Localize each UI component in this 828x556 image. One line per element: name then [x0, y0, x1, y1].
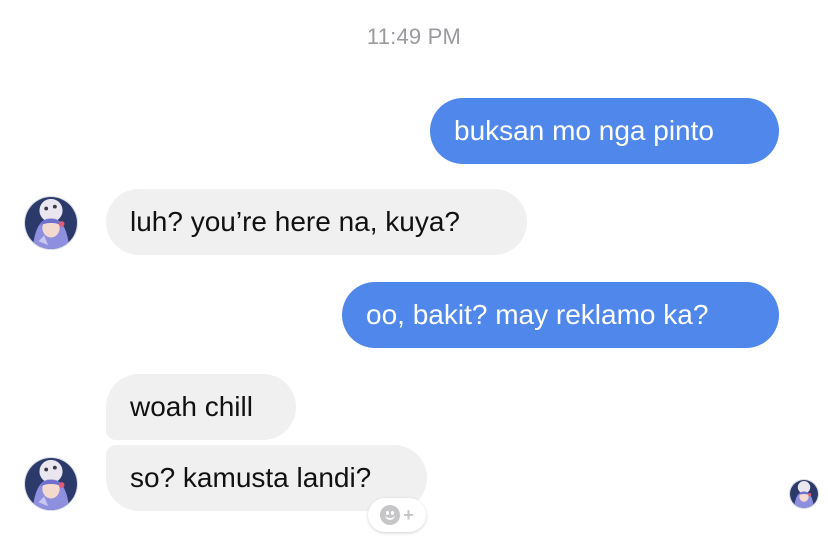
avatar-image	[790, 480, 818, 508]
message-text: woah chill	[130, 391, 253, 422]
avatar-image	[25, 197, 77, 249]
message-text: luh? you’re here na, kuya?	[130, 206, 460, 237]
plus-icon: +	[403, 505, 414, 525]
chat-timestamp: 11:49 PM	[366, 24, 462, 49]
contact-avatar[interactable]	[24, 457, 78, 511]
avatar-image	[25, 458, 77, 510]
smiley-icon	[380, 505, 401, 525]
message-text: buksan mo nga pinto	[454, 115, 714, 146]
message-text: so? kamusta landi?	[130, 462, 372, 493]
outgoing-message-bubble[interactable]: oo, bakit? may reklamo ka?	[342, 282, 779, 348]
contact-avatar[interactable]	[24, 196, 78, 250]
read-receipt-avatar	[789, 479, 819, 509]
incoming-message-bubble[interactable]: woah chill	[106, 374, 296, 440]
add-reaction-button[interactable]: +	[368, 498, 426, 532]
message-text: oo, bakit? may reklamo ka?	[366, 299, 709, 330]
outgoing-message-bubble[interactable]: buksan mo nga pinto	[430, 98, 779, 164]
incoming-message-bubble[interactable]: luh? you’re here na, kuya?	[106, 189, 527, 255]
